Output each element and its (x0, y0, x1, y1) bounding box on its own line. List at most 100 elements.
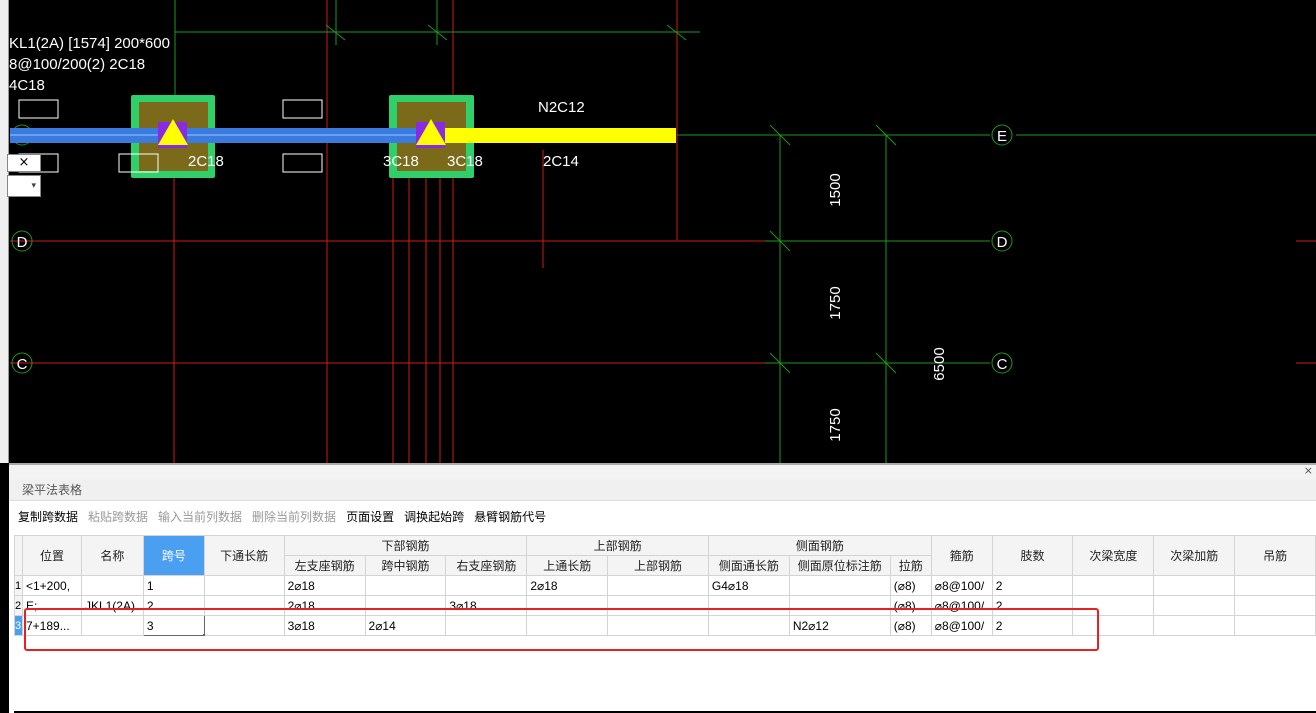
cell-legs[interactable]: 2 (991, 595, 1074, 616)
cell-name[interactable] (80, 615, 144, 636)
header-top-long[interactable]: 上通长筋 (526, 555, 609, 576)
cell-side-long[interactable]: G4⌀18 (707, 575, 790, 596)
cell-left-seat[interactable]: 2⌀18 (283, 595, 366, 616)
panel-top-bar: × (9, 464, 1316, 479)
header-top-rebar[interactable]: 上部钢筋 (607, 555, 709, 576)
panel-toolbar: 复制跨数据 粘贴跨数据 输入当前列数据 删除当前列数据 页面设置 调换起始跨 悬臂钢筋代号 (9, 501, 1316, 532)
panel-close-icon[interactable]: × (1304, 464, 1313, 477)
cell-name[interactable]: JKL1(2A) (80, 595, 144, 616)
toolbar-button-3[interactable]: 删除当前列数据 (252, 508, 336, 525)
floating-dropdown[interactable]: ▾ (7, 175, 41, 197)
cell-top-rebar[interactable] (607, 615, 709, 636)
cell-position[interactable]: 7+189... (21, 615, 82, 636)
cad-svg[interactable]: E E D D C C (0, 0, 1316, 463)
header-position[interactable]: 位置 (21, 535, 82, 576)
table-row[interactable]: 3 7+189... 3 3⌀18 2⌀14 N2⌀12 (⌀8) ⌀8@100/2 (14, 615, 1316, 636)
header-span[interactable]: 跨号 (142, 535, 205, 576)
cell-mid-span[interactable]: 2⌀14 (364, 615, 447, 636)
toolbar-button-0[interactable]: 复制跨数据 (18, 508, 78, 525)
table-row[interactable]: 1 <1+200, 1 2⌀18 2⌀18 G4⌀18 (⌀8) ⌀8@100/2 (14, 575, 1316, 596)
rebar-table: 位置 名称 跨号 下通长筋 下部钢筋 上部钢筋 侧面钢筋 箍筋 肢数 次梁宽度 … (14, 535, 1316, 636)
annotation-box-2[interactable] (282, 99, 323, 119)
cad-drawing-canvas[interactable]: E E D D C C (0, 0, 1316, 463)
cell-sec-add[interactable] (1153, 575, 1236, 596)
cell-right-seat[interactable]: 3⌀18 (445, 595, 528, 616)
cell-bottom-long[interactable] (203, 615, 285, 636)
cell-stirrup[interactable]: ⌀8@100/ (930, 575, 993, 596)
cell-sec-add[interactable] (1153, 595, 1236, 616)
cell-top-long[interactable] (526, 595, 609, 616)
header-right-seat[interactable]: 右支座钢筋 (445, 555, 528, 576)
toolbar-button-6[interactable]: 悬臂钢筋代号 (474, 508, 546, 525)
cell-sec-add[interactable] (1153, 615, 1236, 636)
header-legs[interactable]: 肢数 (991, 535, 1074, 576)
cell-left-seat[interactable]: 2⌀18 (283, 575, 366, 596)
toolbar-button-2[interactable]: 输入当前列数据 (158, 508, 242, 525)
cell-tie[interactable]: (⌀8) (889, 595, 932, 616)
cell-top-rebar[interactable] (607, 595, 709, 616)
cell-hanger[interactable] (1234, 615, 1316, 636)
cell-side-orig[interactable]: N2⌀12 (788, 615, 891, 636)
beam-label-line3: 4C18 (9, 77, 45, 94)
annotation-box-5[interactable] (282, 153, 323, 173)
cell-legs[interactable]: 2 (991, 575, 1074, 596)
header-bottom-long[interactable]: 下通长筋 (203, 535, 285, 576)
cell-span[interactable]: 3 (142, 615, 205, 636)
cell-side-orig[interactable] (788, 595, 891, 616)
cell-hanger[interactable] (1234, 575, 1316, 596)
header-name[interactable]: 名称 (80, 535, 144, 576)
axis-d-label-right: D (997, 234, 1008, 251)
cell-right-seat[interactable] (445, 575, 528, 596)
annotation-box-1[interactable] (18, 99, 59, 119)
left-edge-strip (0, 0, 9, 463)
header-sec-width[interactable]: 次梁宽度 (1072, 535, 1155, 576)
cell-span[interactable]: 2 (142, 595, 205, 616)
cell-sec-width[interactable] (1072, 615, 1155, 636)
cell-side-orig[interactable] (788, 575, 891, 596)
cell-mid-span[interactable] (364, 595, 447, 616)
cell-sec-width[interactable] (1072, 575, 1155, 596)
cell-top-long[interactable] (526, 615, 609, 636)
header-stirrup[interactable]: 箍筋 (930, 535, 993, 576)
header-side-orig[interactable]: 侧面原位标注筋 (788, 555, 891, 576)
span-label-3c18-a: 3C18 (383, 153, 419, 170)
toolbar-button-4[interactable]: 页面设置 (346, 508, 394, 525)
cell-span[interactable]: 1 (142, 575, 205, 596)
header-hanger[interactable]: 吊筋 (1234, 535, 1316, 576)
cell-top-long[interactable]: 2⌀18 (526, 575, 609, 596)
cell-bottom-long[interactable] (203, 595, 285, 616)
span-label-2c18: 2C18 (188, 153, 224, 170)
row-number[interactable]: 2 (14, 595, 23, 616)
cell-name[interactable] (80, 575, 144, 596)
cell-sec-width[interactable] (1072, 595, 1155, 616)
cell-left-seat[interactable]: 3⌀18 (283, 615, 366, 636)
cell-legs[interactable]: 2 (991, 615, 1074, 636)
cell-right-seat[interactable] (445, 615, 528, 636)
cell-bottom-long[interactable] (203, 575, 285, 596)
row-number[interactable]: 3 (14, 615, 23, 636)
header-left-seat[interactable]: 左支座钢筋 (283, 555, 366, 576)
cell-side-long[interactable] (707, 615, 790, 636)
table-row[interactable]: 2 E; JKL1(2A) 2 2⌀18 3⌀18 (⌀8) ⌀8@100/2 (14, 595, 1316, 616)
header-tie[interactable]: 拉筋 (889, 555, 932, 576)
dim-6500: 6500 (931, 347, 948, 380)
cell-tie[interactable]: (⌀8) (889, 615, 932, 636)
header-side-long[interactable]: 侧面通长筋 (707, 555, 790, 576)
cell-top-rebar[interactable] (607, 575, 709, 596)
header-sec-add[interactable]: 次梁加筋 (1153, 535, 1236, 576)
beam-label-line1: KL1(2A) [1574] 200*600 (9, 35, 170, 52)
cell-position[interactable]: <1+200, (21, 575, 82, 596)
cell-side-long[interactable] (707, 595, 790, 616)
cell-stirrup[interactable]: ⌀8@100/ (930, 615, 993, 636)
header-mid-span[interactable]: 跨中钢筋 (364, 555, 447, 576)
beam-yellow-segment[interactable] (431, 128, 676, 143)
cell-mid-span[interactable] (364, 575, 447, 596)
toolbar-button-5[interactable]: 调换起始跨 (404, 508, 464, 525)
floating-close-button[interactable]: × (7, 154, 41, 172)
cell-hanger[interactable] (1234, 595, 1316, 616)
cell-stirrup[interactable]: ⌀8@100/ (930, 595, 993, 616)
toolbar-button-1[interactable]: 粘贴跨数据 (88, 508, 148, 525)
row-number[interactable]: 1 (14, 575, 23, 596)
cell-tie[interactable]: (⌀8) (889, 575, 932, 596)
cell-position[interactable]: E; (21, 595, 82, 616)
